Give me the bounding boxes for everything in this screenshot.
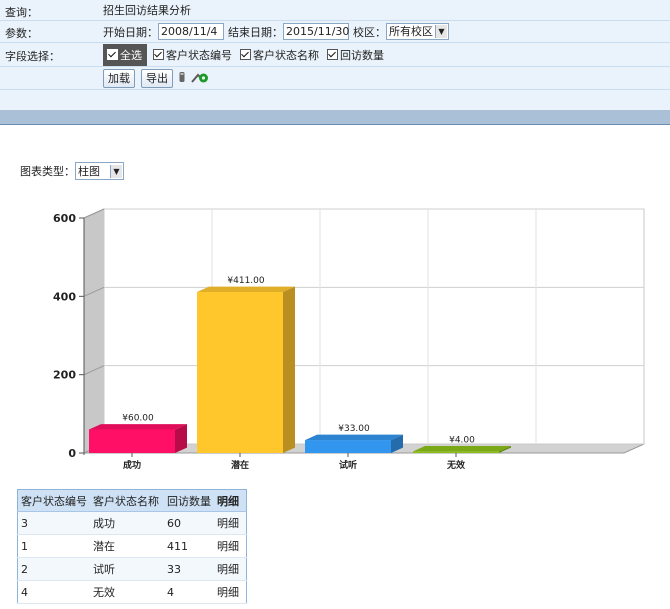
- header-status-id[interactable]: 客户状态编号: [17, 489, 90, 512]
- export-button[interactable]: 导出: [141, 68, 173, 88]
- data-label: ¥411.00: [227, 276, 264, 286]
- data-label: ¥60.00: [122, 414, 154, 424]
- bar-side: [283, 286, 295, 453]
- panel-divider: [0, 110, 670, 125]
- bar-top: [89, 424, 187, 430]
- fields-row: 字段选择： 全选 客户状态编号 客户状态名称 回访数量: [0, 43, 670, 67]
- campus-label: 校区：: [353, 25, 386, 39]
- query-panel: 查询： 招生回访结果分析 参数： 开始日期： 2008/11/4 结束日期： 2…: [0, 0, 670, 110]
- header-status-name[interactable]: 客户状态名称: [90, 489, 164, 512]
- chart-type-value: 柱图: [78, 164, 100, 178]
- checkbox-checked-icon: [327, 49, 338, 60]
- header-visit-count[interactable]: 回访数量: [164, 489, 214, 512]
- bar: [305, 440, 391, 453]
- detail-link[interactable]: 明细: [214, 557, 247, 581]
- detail-link[interactable]: 明细: [214, 511, 247, 535]
- select-all-checkbox[interactable]: 全选: [103, 43, 147, 66]
- chevron-down-icon: ▼: [110, 164, 122, 178]
- bar-top: [305, 434, 403, 441]
- start-date-label: 开始日期：: [103, 25, 158, 39]
- y-tick-label: 400: [53, 290, 76, 303]
- field-label: 客户状态编号: [166, 48, 232, 62]
- chevron-down-icon: ▼: [435, 25, 447, 38]
- chart-wizard-icon[interactable]: [191, 71, 209, 86]
- cell-status-id: 3: [17, 511, 90, 535]
- bar-top: [413, 446, 511, 452]
- cell-visit-count: 411: [164, 534, 214, 558]
- cell-visit-count: 4: [164, 580, 214, 604]
- chart-type-label: 图表类型：: [20, 165, 75, 178]
- cell-status-name: 试听: [90, 557, 164, 581]
- query-name: 招生回访结果分析: [103, 4, 191, 17]
- load-button[interactable]: 加载: [103, 68, 135, 88]
- field-checkbox-visit-count[interactable]: 回访数量: [327, 47, 384, 63]
- cell-status-id: 4: [17, 580, 90, 604]
- params-row: 参数： 开始日期： 2008/11/4 结束日期： 2015/11/30 校区：…: [0, 21, 670, 43]
- chart-type-select[interactable]: 柱图 ▼: [75, 162, 124, 180]
- bar: [197, 292, 283, 453]
- x-tick-label: 试听: [339, 459, 357, 471]
- chart-back-wall: [103, 208, 645, 445]
- bar: [413, 451, 499, 453]
- x-tick-label: 无效: [446, 459, 466, 471]
- campus-select-value: 所有校区: [389, 25, 433, 38]
- field-checkbox-status-name[interactable]: 客户状态名称: [240, 47, 319, 63]
- y-tick-label: 200: [53, 369, 76, 382]
- chart-side-wall: [83, 208, 105, 454]
- start-date-input[interactable]: 2008/11/4: [158, 23, 224, 40]
- cell-status-name: 无效: [90, 580, 164, 604]
- table-row: 1 潜在 411 明细: [17, 534, 247, 558]
- field-checkbox-status-id[interactable]: 客户状态编号: [153, 47, 232, 63]
- bar-chart: 0 200 400 600 ¥60.00 成功 ¥411.00 潜在 ¥33.00 试听 ¥4.00…: [53, 208, 645, 471]
- fields-label: 字段选择：: [5, 50, 60, 63]
- data-label: ¥4.00: [449, 435, 475, 445]
- campus-select[interactable]: 所有校区 ▼: [386, 23, 449, 40]
- database-icon[interactable]: [179, 71, 185, 86]
- y-tick-label: 600: [53, 212, 76, 225]
- actions-row: 加载 导出: [0, 67, 670, 90]
- cell-visit-count: 33: [164, 557, 214, 581]
- result-table: 客户状态编号 客户状态名称 回访数量 明细 3 成功 60 明细 1 潜在 41…: [17, 489, 247, 604]
- header-detail[interactable]: 明细: [214, 489, 247, 512]
- checkbox-checked-icon: [240, 49, 251, 60]
- bar: [89, 429, 175, 453]
- end-date-input[interactable]: 2015/11/30: [283, 23, 349, 40]
- cell-status-id: 1: [17, 534, 90, 558]
- chart-type-control: 图表类型： 柱图 ▼: [20, 162, 124, 180]
- x-tick-label: 潜在: [231, 459, 249, 471]
- cell-status-name: 潜在: [90, 534, 164, 558]
- cell-visit-count: 60: [164, 511, 214, 535]
- params-label: 参数：: [5, 27, 38, 40]
- data-label: ¥33.00: [338, 424, 370, 434]
- end-date-label: 结束日期：: [228, 25, 283, 39]
- query-label: 查询：: [5, 6, 38, 19]
- table-header-row: 客户状态编号 客户状态名称 回访数量 明细: [17, 489, 247, 512]
- table-row: 4 无效 4 明细: [17, 580, 247, 604]
- checkbox-checked-icon: [107, 49, 118, 60]
- bar-top: [197, 286, 295, 293]
- detail-link[interactable]: 明细: [214, 580, 247, 604]
- field-label: 回访数量: [340, 48, 384, 62]
- field-label: 客户状态名称: [253, 48, 319, 62]
- x-tick-label: 成功: [123, 459, 141, 471]
- table-row: 2 试听 33 明细: [17, 557, 247, 581]
- table-row: 3 成功 60 明细: [17, 511, 247, 535]
- detail-link[interactable]: 明细: [214, 534, 247, 558]
- panel-spacer-row: [0, 90, 670, 110]
- cell-status-id: 2: [17, 557, 90, 581]
- y-tick-label: 0: [68, 447, 76, 460]
- select-all-label: 全选: [120, 48, 142, 62]
- cell-status-name: 成功: [90, 511, 164, 535]
- checkbox-checked-icon: [153, 49, 164, 60]
- query-row: 查询： 招生回访结果分析: [0, 0, 670, 21]
